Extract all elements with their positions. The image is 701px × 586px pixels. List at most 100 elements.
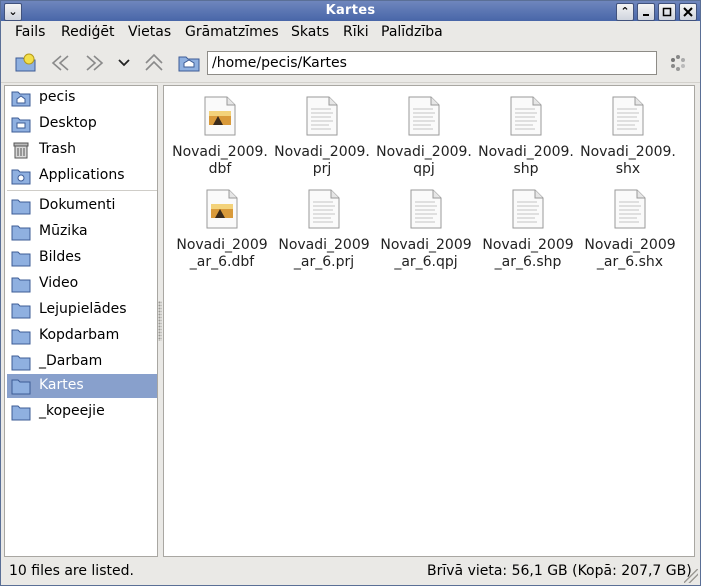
sidebar: pecis Desktop Trash Applications Dokumen… — [4, 85, 158, 557]
file-name: Novadi_2009 _ar_6.shp — [482, 237, 574, 270]
file-name: Novadi_2009. prj — [274, 144, 370, 177]
text-file-icon — [614, 189, 646, 229]
text-file-icon — [308, 189, 340, 229]
menu-bookmarks[interactable]: Grāmatzīmes — [185, 24, 279, 40]
location-input[interactable]: /home/pecis/Kartes — [207, 51, 657, 75]
maximize-button[interactable] — [658, 3, 676, 21]
file-manager-window: ⌄ Kartes ⌃ Fails Rediģēt Vietas Grāmatzī… — [0, 0, 701, 586]
folder-icon — [11, 303, 31, 319]
sidebar-item-bildes[interactable]: Bildes — [7, 246, 157, 270]
sidebar-item-home[interactable]: pecis — [7, 86, 157, 110]
sidebar-item-video[interactable]: Video — [7, 272, 157, 296]
home-button[interactable] — [177, 51, 201, 75]
sidebar-item-kopdarbam[interactable]: Kopdarbam — [7, 324, 157, 348]
sidebar-item-lejupielades[interactable]: Lejupielādes — [7, 298, 157, 322]
sidebar-item-label: Kopdarbam — [39, 327, 120, 343]
file-item[interactable]: Novadi_2009. shp — [476, 96, 576, 178]
sidebar-item-label: Bildes — [39, 249, 82, 265]
pane-resize-handle[interactable] — [158, 301, 162, 341]
text-file-icon — [512, 189, 544, 229]
sidebar-item-applications[interactable]: Applications — [7, 164, 157, 188]
menu-edit[interactable]: Rediģēt — [61, 24, 114, 40]
folder-icon — [11, 405, 31, 421]
sidebar-item-label: Trash — [39, 141, 76, 157]
maximize-icon — [662, 7, 672, 17]
sidebar-item-label: Mūzika — [39, 223, 88, 239]
sidebar-item-desktop[interactable]: Desktop — [7, 112, 157, 136]
sidebar-item-label: _kopeejie — [39, 403, 105, 419]
file-item[interactable]: Novadi_2009. qpj — [374, 96, 474, 178]
trash-icon — [13, 142, 29, 159]
folder-icon — [11, 199, 31, 215]
new-folder-button[interactable] — [14, 51, 38, 75]
file-view[interactable]: Novadi_2009. dbf Novadi_2009. prj Novadi_2… — [163, 85, 695, 557]
file-item[interactable]: Novadi_2009 _ar_6.dbf — [172, 189, 272, 271]
menu-bar: Fails Rediģēt Vietas Grāmatzīmes Skats R… — [1, 21, 700, 43]
file-item[interactable]: Novadi_2009 _ar_6.shp — [478, 189, 578, 271]
spreadsheet-image-icon — [206, 189, 238, 229]
file-item[interactable]: Novadi_2009. shx — [578, 96, 678, 178]
sidebar-item-label: Video — [39, 275, 79, 291]
title-bar[interactable]: ⌄ Kartes ⌃ — [1, 1, 700, 21]
status-bar: 10 files are listed. Brīvā vieta: 56,1 G… — [1, 559, 700, 585]
sidebar-item-label: Applications — [39, 167, 125, 183]
file-name: Novadi_2009. dbf — [172, 144, 268, 177]
spinner-icon — [671, 55, 685, 71]
file-item[interactable]: Novadi_2009. prj — [272, 96, 372, 178]
sidebar-item-label: _Darbam — [39, 353, 103, 369]
folder-icon — [11, 379, 31, 395]
sidebar-item-label: Kartes — [39, 377, 84, 393]
file-count-status: 10 files are listed. — [9, 563, 134, 579]
folder-icon — [11, 277, 31, 293]
menu-places[interactable]: Vietas — [128, 24, 171, 40]
sidebar-item-kopeejie[interactable]: _kopeejie — [7, 400, 157, 424]
resize-grip[interactable] — [684, 569, 698, 583]
sidebar-item-label: pecis — [39, 89, 76, 105]
sidebar-item-dokumenti[interactable]: Dokumenti — [7, 194, 157, 218]
file-name: Novadi_2009. shp — [478, 144, 574, 177]
forward-button[interactable] — [83, 51, 107, 75]
folder-icon — [11, 225, 31, 241]
file-item[interactable]: Novadi_2009 _ar_6.qpj — [376, 189, 476, 271]
sidebar-item-label: Lejupielādes — [39, 301, 127, 317]
free-space-status: Brīvā vieta: 56,1 GB (Kopā: 207,7 GB) — [427, 563, 692, 579]
sidebar-item-trash[interactable]: Trash — [7, 138, 157, 162]
history-dropdown-button[interactable] — [112, 51, 136, 75]
throbber — [666, 51, 690, 75]
text-file-icon — [408, 96, 440, 136]
folder-icon — [11, 251, 31, 267]
window-shade-button[interactable]: ⌃ — [616, 3, 634, 21]
new-folder-icon — [15, 53, 36, 72]
menu-help[interactable]: Palīdzība — [381, 24, 443, 40]
desktop-icon — [11, 117, 31, 133]
file-item[interactable]: Novadi_2009. dbf — [170, 96, 270, 178]
applications-icon — [11, 169, 31, 185]
up-button[interactable] — [142, 51, 166, 75]
minimize-button[interactable] — [637, 3, 655, 21]
sidebar-item-muzika[interactable]: Mūzika — [7, 220, 157, 244]
home-folder-icon — [178, 56, 200, 72]
minimize-icon — [643, 14, 649, 16]
file-name: Novadi_2009 _ar_6.shx — [584, 237, 676, 270]
text-file-icon — [612, 96, 644, 136]
back-button[interactable] — [48, 51, 72, 75]
file-name: Novadi_2009 _ar_6.prj — [278, 237, 370, 270]
file-item[interactable]: Novadi_2009 _ar_6.prj — [274, 189, 374, 271]
menu-file[interactable]: Fails — [15, 24, 45, 40]
file-name: Novadi_2009. shx — [580, 144, 676, 177]
text-file-icon — [510, 96, 542, 136]
sidebar-item-darbam[interactable]: _Darbam — [7, 350, 157, 374]
text-file-icon — [306, 96, 338, 136]
menu-tools[interactable]: Rīki — [343, 24, 369, 40]
sidebar-item-label: Dokumenti — [39, 197, 116, 213]
file-item[interactable]: Novadi_2009 _ar_6.shx — [580, 189, 680, 271]
sidebar-item-label: Desktop — [39, 115, 97, 131]
sidebar-separator — [7, 190, 157, 191]
file-name: Novadi_2009 _ar_6.dbf — [176, 237, 268, 270]
home-folder-icon — [11, 91, 31, 107]
close-button[interactable] — [679, 3, 697, 21]
menu-view[interactable]: Skats — [291, 24, 329, 40]
sidebar-item-kartes[interactable]: Kartes — [7, 374, 157, 398]
chevron-up-icon: ⌃ — [620, 5, 630, 18]
up-arrow-icon — [145, 53, 163, 71]
